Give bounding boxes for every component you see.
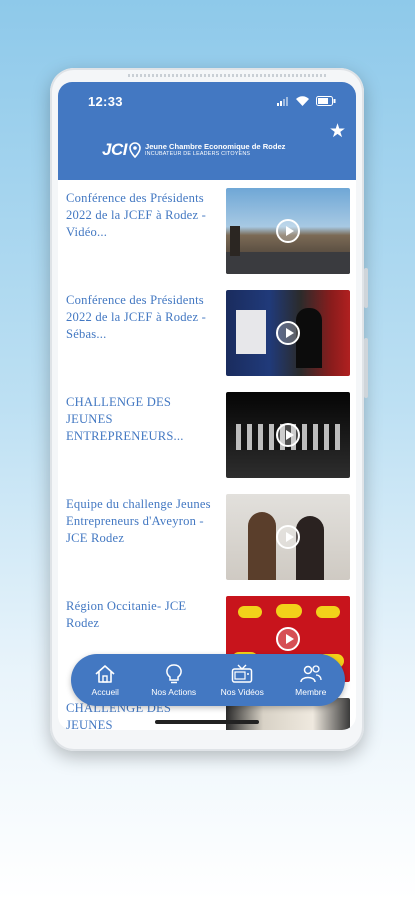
bottom-nav: Accueil Nos Actions Nos Vidéos Membre [71, 654, 345, 706]
status-time: 12:33 [88, 94, 123, 109]
nav-item-nos-videos[interactable]: Nos Vidéos [209, 663, 275, 697]
video-title: CHALLENGE DES JEUNES ENTREPRENEURS... [66, 395, 184, 443]
video-thumbnail[interactable] [226, 494, 350, 580]
video-title: Equipe du challenge Jeunes Entrepreneurs… [66, 497, 211, 545]
play-icon [276, 627, 300, 651]
app-screen: 12:33 JCI Jeune Chambre Economique de Ro… [58, 82, 356, 730]
tv-icon [231, 663, 253, 685]
signal-icon [277, 96, 288, 106]
play-icon [276, 423, 300, 447]
nav-item-accueil[interactable]: Accueil [72, 663, 138, 697]
power-button [364, 338, 368, 398]
lightbulb-icon [165, 663, 182, 685]
members-icon [299, 663, 323, 685]
play-icon [276, 321, 300, 345]
logo-title: Jeune Chambre Economique de Rodez [144, 142, 286, 151]
video-title: Conférence des Présidents 2022 de la JCE… [66, 293, 207, 341]
nav-label: Nos Vidéos [220, 687, 264, 697]
app-header: 12:33 JCI Jeune Chambre Economique de Ro… [58, 82, 356, 180]
video-thumbnail[interactable] [226, 290, 350, 376]
video-thumbnail[interactable] [226, 392, 350, 478]
nav-item-nos-actions[interactable]: Nos Actions [141, 663, 207, 697]
star-icon[interactable]: ★ [329, 120, 346, 143]
video-item[interactable]: CHALLENGE DES JEUNES ENTREPRENEURS... [58, 384, 356, 480]
wifi-icon [296, 96, 309, 106]
jci-logo: JCI Jeune Chambre Economique de Rodez IN… [102, 140, 285, 160]
logo-subtitle: INCUBATEUR DE LEADERS CITOYENS [144, 151, 251, 157]
nav-item-membre[interactable]: Membre [278, 663, 344, 697]
home-indicator[interactable] [155, 720, 259, 724]
nav-label: Accueil [91, 687, 119, 697]
video-item[interactable]: Equipe du challenge Jeunes Entrepreneurs… [58, 486, 356, 582]
video-thumbnail[interactable] [226, 188, 350, 274]
play-icon [276, 525, 300, 549]
play-icon [276, 219, 300, 243]
nav-label: Membre [295, 687, 327, 697]
video-item[interactable]: Conférence des Présidents 2022 de la JCE… [58, 282, 356, 378]
status-icons [277, 96, 336, 106]
battery-icon [316, 96, 336, 106]
home-icon [94, 663, 116, 685]
video-title: Conférence des Présidents 2022 de la JCE… [66, 191, 207, 239]
phone-speaker [128, 74, 328, 77]
video-title: Région Occitanie- JCE Rodez [66, 599, 187, 630]
volume-button [364, 268, 368, 308]
nav-label: Nos Actions [151, 687, 197, 697]
logo-mark: JCI [102, 140, 127, 159]
video-item[interactable]: Conférence des Présidents 2022 de la JCE… [58, 180, 356, 276]
location-pin-icon [129, 142, 141, 158]
